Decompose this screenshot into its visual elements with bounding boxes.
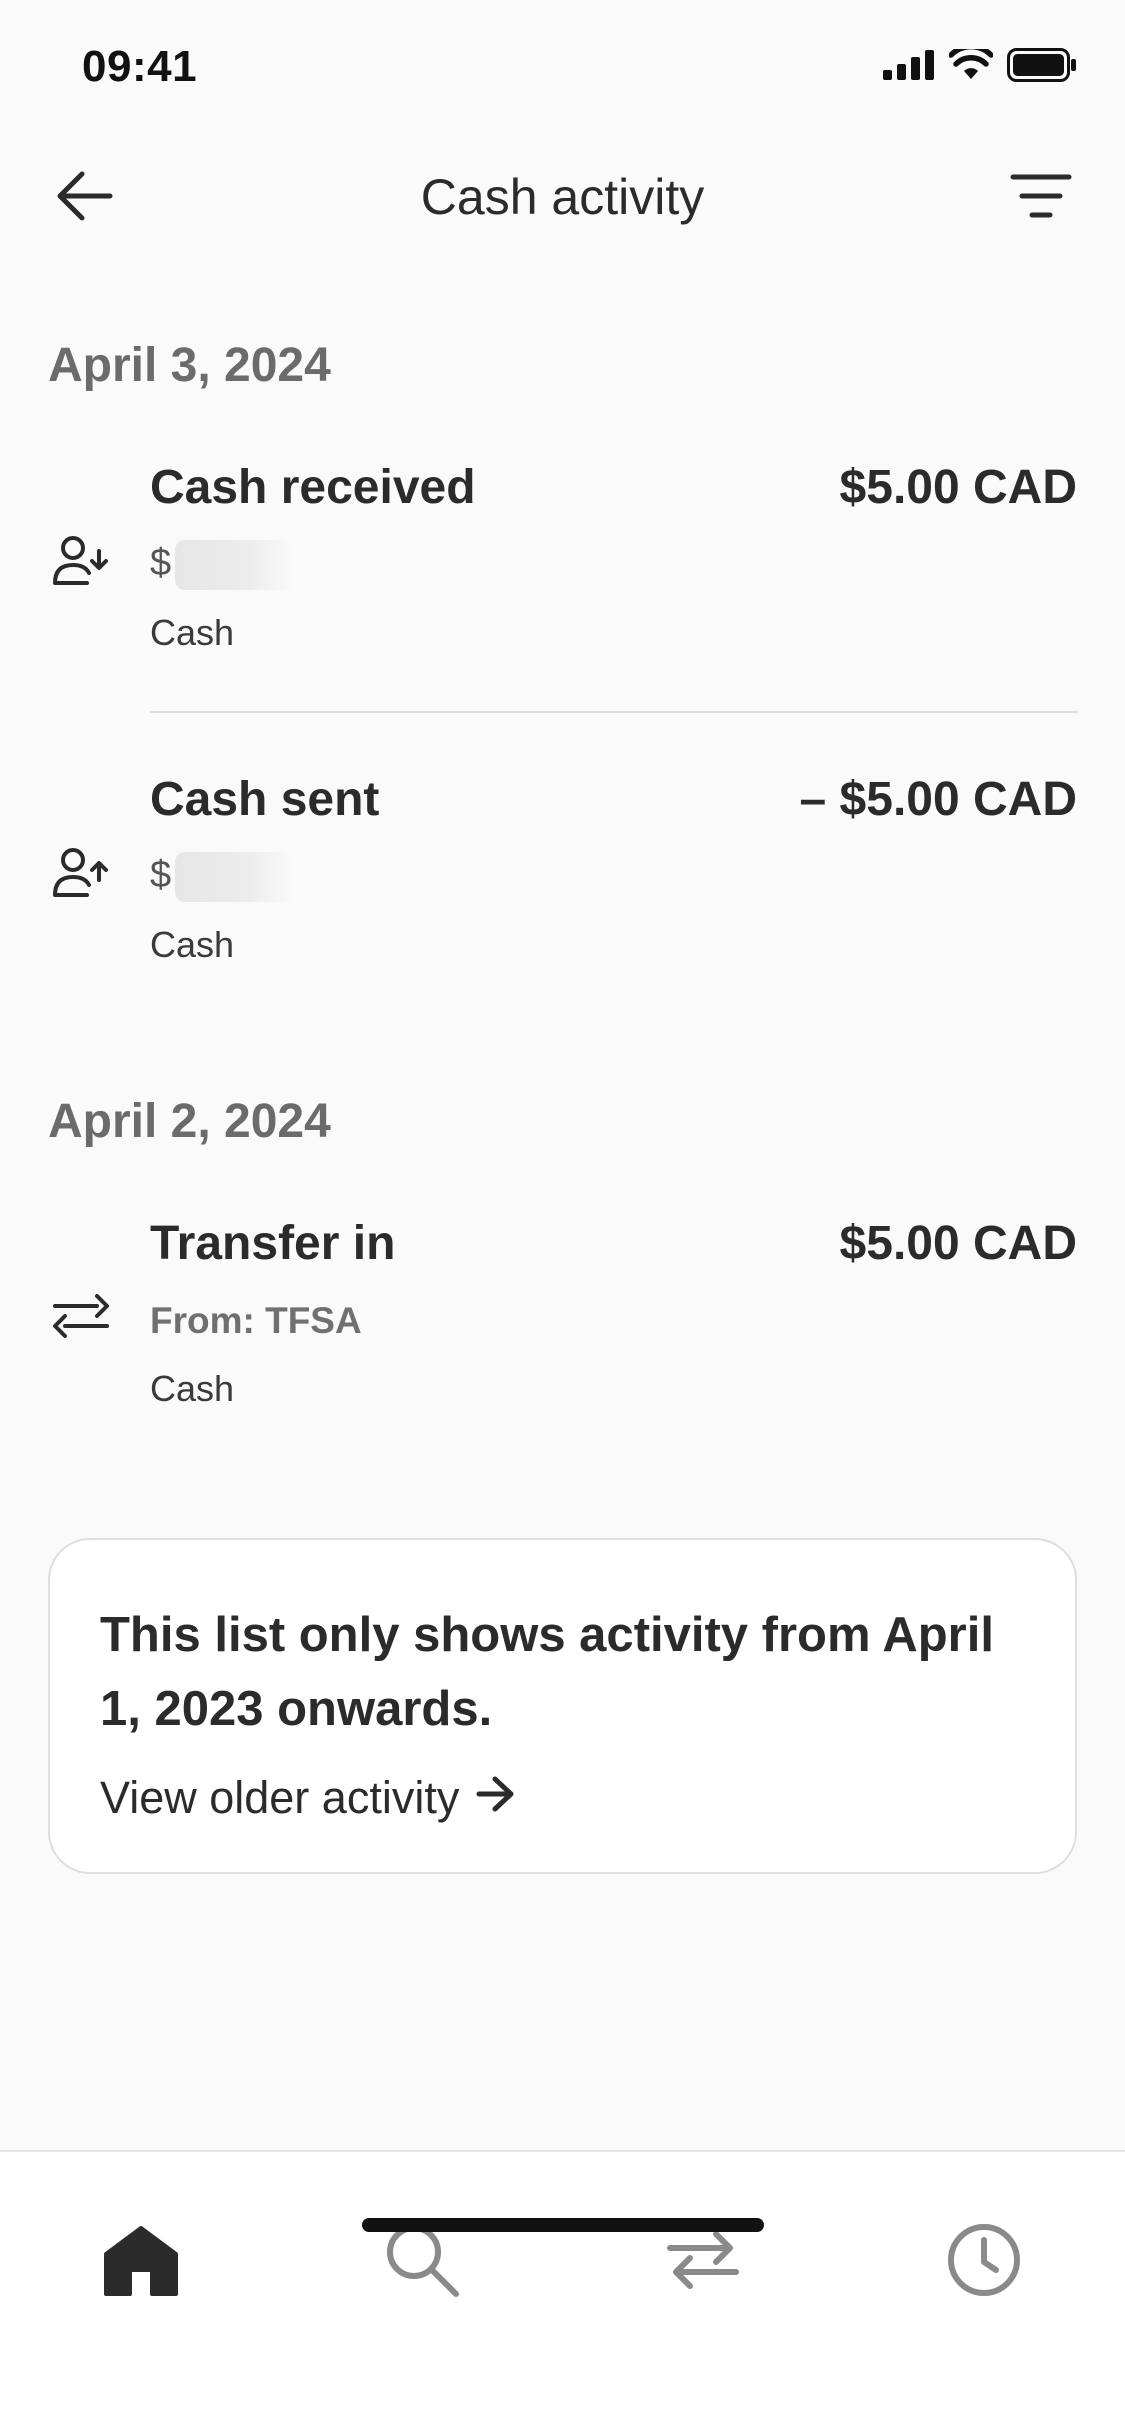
view-older-activity-link[interactable]: View older activity [100, 1772, 517, 1824]
person-send-icon [48, 840, 114, 906]
home-icon [102, 2224, 180, 2301]
row-account: Cash [150, 612, 235, 653]
row-divider [150, 711, 1077, 713]
row-amount: $5.00 CAD [839, 461, 1077, 514]
row-account: Cash [150, 924, 235, 965]
search-icon [384, 2222, 460, 2303]
filter-button[interactable] [1005, 162, 1077, 234]
status-icons [883, 43, 1077, 87]
status-time: 09:41 [82, 42, 198, 91]
clock-icon [946, 2222, 1022, 2303]
link-label: View older activity [100, 1772, 460, 1823]
cellular-signal-icon [883, 50, 935, 85]
row-amount: $5.00 CAD [839, 1217, 1077, 1270]
status-bar: 09:41 [0, 0, 1125, 132]
date-header: April 3, 2024 [48, 339, 331, 392]
redacted-block [175, 540, 296, 590]
filter-icon [1010, 173, 1072, 224]
date-header: April 2, 2024 [48, 1095, 331, 1148]
row-amount-detail: $ [150, 540, 296, 590]
activity-row-transfer-in[interactable]: Transfer in $5.00 CAD From: TFSA Cash [0, 1196, 1125, 1446]
redacted-block [175, 852, 296, 902]
row-amount-detail: $ [150, 852, 296, 902]
info-card: This list only shows activity from April… [48, 1538, 1077, 1874]
activity-row-cash-sent[interactable]: Cash sent – $5.00 CAD $ Cash [0, 752, 1125, 1002]
activity-row-cash-received[interactable]: Cash received $5.00 CAD $ Cash [0, 440, 1125, 690]
row-title: Transfer in [150, 1217, 396, 1270]
info-text: This list only shows activity from April… [100, 1608, 994, 1736]
row-title: Cash sent [150, 773, 380, 826]
screen: 09:41 Cash activity April 3, 2024 Cash r… [0, 0, 1125, 2436]
battery-icon [1007, 48, 1077, 87]
redacted-amount-prefix: $ [150, 542, 172, 585]
wifi-icon [948, 43, 994, 86]
redacted-amount-prefix: $ [150, 854, 172, 897]
row-amount: – $5.00 CAD [799, 773, 1077, 826]
transfer-icon [664, 2228, 742, 2297]
bottom-nav [0, 2150, 1125, 2436]
row-source: From: TFSA [150, 1300, 362, 1341]
nav-home[interactable] [91, 2212, 191, 2312]
row-account: Cash [150, 1368, 235, 1409]
row-title: Cash received [150, 461, 476, 514]
page-title: Cash activity [420, 169, 705, 225]
person-receive-icon [48, 528, 114, 594]
arrow-right-icon [475, 1772, 517, 1824]
transfer-icon [48, 1284, 114, 1350]
home-indicator [362, 2218, 764, 2232]
nav-header: Cash activity [0, 150, 1125, 240]
nav-activity[interactable] [934, 2212, 1034, 2312]
